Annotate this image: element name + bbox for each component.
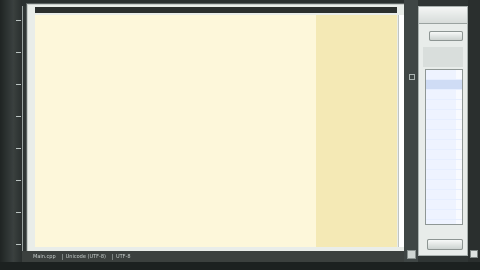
taskbar-strip	[0, 262, 480, 270]
ruler-tick	[16, 84, 21, 85]
list-item[interactable]	[426, 210, 462, 220]
status-encoding[interactable]: Unicode (UTF-8)	[61, 253, 106, 260]
list-item[interactable]	[426, 160, 462, 170]
splitter[interactable]	[404, 0, 418, 262]
document-window	[27, 4, 406, 254]
list-item[interactable]	[426, 140, 462, 150]
list-item[interactable]	[426, 90, 462, 100]
ruler-tick	[16, 180, 21, 181]
list-item[interactable]	[426, 130, 462, 140]
side-panel-list[interactable]	[425, 69, 463, 225]
collapse-marker-icon[interactable]	[409, 74, 415, 80]
window-edge	[468, 0, 480, 262]
list-item[interactable]	[426, 70, 462, 80]
list-item[interactable]	[426, 220, 462, 224]
right-margin-area[interactable]	[316, 15, 397, 247]
status-filename[interactable]: Main.cpp	[30, 254, 56, 260]
side-panel-toolbar	[423, 47, 463, 67]
list-item[interactable]	[426, 110, 462, 120]
list-item[interactable]	[426, 200, 462, 210]
status-bar: Main.cpp Unicode (UTF-8) UTF-8	[22, 251, 406, 262]
list-item[interactable]	[426, 180, 462, 190]
ruler-tick	[16, 52, 21, 53]
list-item[interactable]	[426, 120, 462, 130]
left-ruler	[0, 0, 23, 262]
side-panel-header	[419, 7, 467, 24]
list-item[interactable]	[426, 190, 462, 200]
ruler-tick	[16, 116, 21, 117]
document-title-bar[interactable]	[35, 7, 397, 13]
side-panel-top-button[interactable]	[429, 31, 463, 41]
list-item[interactable]	[426, 100, 462, 110]
ruler-tick	[16, 212, 21, 213]
ruler-tick	[16, 244, 21, 245]
grip-icon[interactable]	[470, 250, 478, 258]
side-panel-footer-button[interactable]	[427, 239, 463, 250]
text-editor-area[interactable]	[35, 15, 316, 247]
status-charset[interactable]: UTF-8	[111, 253, 131, 260]
list-item[interactable]	[426, 150, 462, 160]
ruler-tick	[16, 20, 21, 21]
ruler-tick	[16, 148, 21, 149]
side-panel	[418, 6, 468, 256]
resize-handle-icon[interactable]	[407, 250, 416, 259]
list-item[interactable]	[426, 80, 462, 90]
list-item[interactable]	[426, 170, 462, 180]
